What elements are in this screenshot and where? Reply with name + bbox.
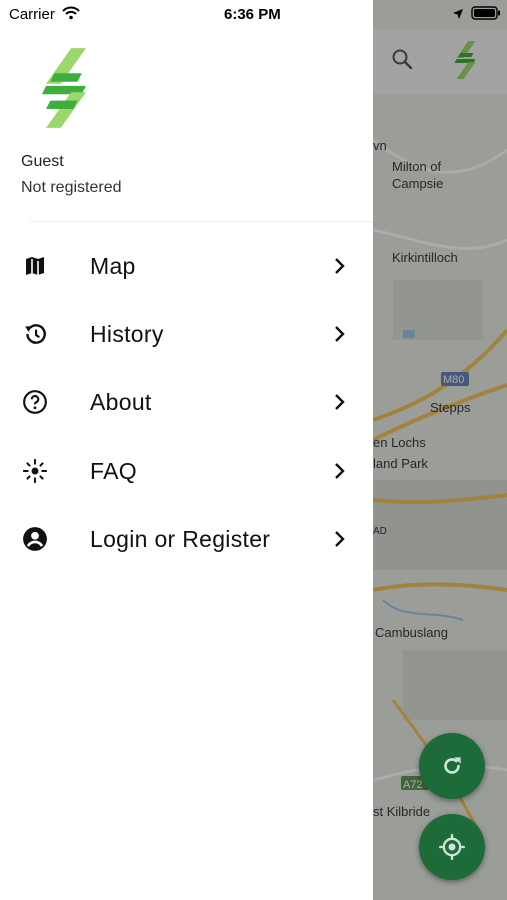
menu-item-label: History <box>90 320 164 347</box>
menu-item-label: About <box>90 388 152 415</box>
status-bar: Carrier 6:36 PM <box>0 0 507 30</box>
chevron-right-icon <box>330 530 348 548</box>
menu-item-history[interactable]: History <box>0 300 373 368</box>
refresh-button[interactable] <box>419 733 485 799</box>
menu-item-label: Map <box>90 252 136 279</box>
battery-icon <box>471 6 500 20</box>
menu-item-faq[interactable]: FAQ <box>0 437 373 505</box>
location-arrow-icon <box>453 9 463 19</box>
help-circle-icon <box>22 389 48 415</box>
app-logo-icon <box>41 48 86 128</box>
carrier-label: Carrier <box>9 6 55 23</box>
crosshair-icon <box>439 834 465 860</box>
map-view[interactable]: vn Milton of Campsie Kirkintilloch M80 S… <box>373 0 507 900</box>
menu-item-label: FAQ <box>90 457 137 484</box>
clock: 6:36 PM <box>224 6 281 23</box>
menu-item-about[interactable]: About <box>0 368 373 436</box>
wifi-icon <box>62 6 80 20</box>
refresh-icon <box>444 757 461 774</box>
chevron-right-icon <box>330 393 348 411</box>
history-icon <box>22 321 48 347</box>
chevron-right-icon <box>330 257 348 275</box>
account-circle-icon <box>22 526 48 552</box>
user-status: Not registered <box>21 179 122 196</box>
chevron-right-icon <box>330 325 348 343</box>
my-location-button[interactable] <box>419 814 485 880</box>
chevron-right-icon <box>330 462 348 480</box>
navigation-drawer: Guest Not registered Map History About F… <box>0 0 373 900</box>
menu-item-map[interactable]: Map <box>0 232 373 300</box>
user-name: Guest <box>21 153 64 170</box>
menu-item-login-register[interactable]: Login or Register <box>0 505 373 573</box>
menu-item-label: Login or Register <box>90 525 271 552</box>
sparkle-icon <box>22 458 48 484</box>
divider <box>30 221 373 222</box>
map-icon <box>22 253 48 279</box>
